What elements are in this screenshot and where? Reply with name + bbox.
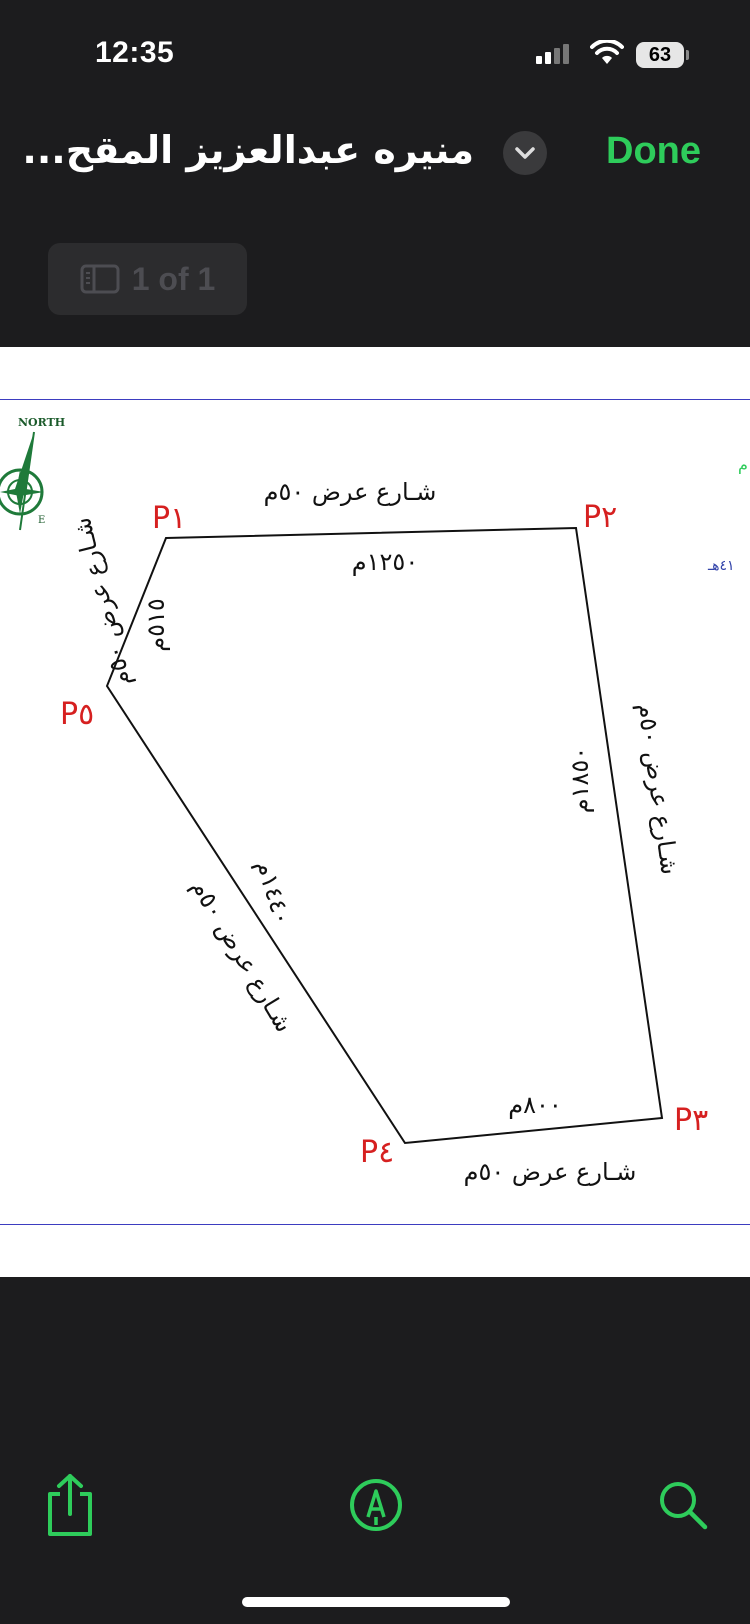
length-label-top: ١٢٥٠م	[352, 548, 418, 576]
battery-nub	[686, 50, 689, 60]
document-title[interactable]: منيره عبدالعزيز المقح...	[22, 128, 474, 172]
search-icon	[660, 1482, 708, 1530]
markup-icon	[350, 1479, 402, 1531]
page-indicator-label: 1 of 1	[131, 260, 216, 297]
north-label: NORTH	[18, 416, 65, 429]
length-label-bottom: ٨٠٠م	[508, 1091, 562, 1119]
title-menu-button[interactable]	[503, 131, 547, 175]
edge-text-side: ٤١هـ	[707, 558, 735, 574]
north-compass: NORTH E	[0, 416, 65, 531]
point-p1: P١	[152, 501, 186, 536]
length-label-right: ١٨٥٠م	[566, 747, 594, 813]
share-icon	[48, 1474, 92, 1536]
length-label-left: ٥١٥م	[142, 598, 170, 652]
point-p5: P٥	[60, 697, 94, 732]
east-label: E	[38, 515, 45, 526]
parcel-boundary	[105, 526, 664, 1145]
street-label-bottom: شـارع عرض ٥٠م	[464, 1158, 637, 1186]
share-button[interactable]	[40, 1470, 100, 1540]
edge-text-top: م	[738, 455, 748, 474]
point-p2: P٢	[583, 500, 617, 535]
street-label-right: شـارع عرض ٥٠م	[632, 701, 684, 876]
street-label-top: شـارع عرض ٥٠م	[264, 478, 437, 506]
wifi-icon	[590, 40, 624, 64]
done-button[interactable]: Done	[606, 130, 701, 173]
cellular-signal-icon	[536, 44, 569, 64]
street-label-left: شـارع عرض ٥٠م	[68, 515, 137, 689]
page-indicator[interactable]: 1 of 1	[48, 243, 247, 315]
battery-indicator: 63	[636, 42, 684, 68]
markup-button[interactable]	[346, 1470, 406, 1540]
point-p4: P٤	[360, 1135, 394, 1170]
chevron-down-icon	[515, 147, 535, 159]
search-button[interactable]	[653, 1470, 713, 1540]
site-plan-drawing: NORTH E م ٤١هـ P١ P٢ P٣ P٤ P٥ شـارع عرض …	[0, 416, 748, 1186]
status-time: 12:35	[95, 36, 175, 69]
point-p3: P٣	[674, 1103, 708, 1138]
sidebar-icon	[80, 264, 120, 294]
status-bar: 12:35 63	[0, 0, 750, 110]
home-indicator[interactable]	[242, 1597, 510, 1607]
